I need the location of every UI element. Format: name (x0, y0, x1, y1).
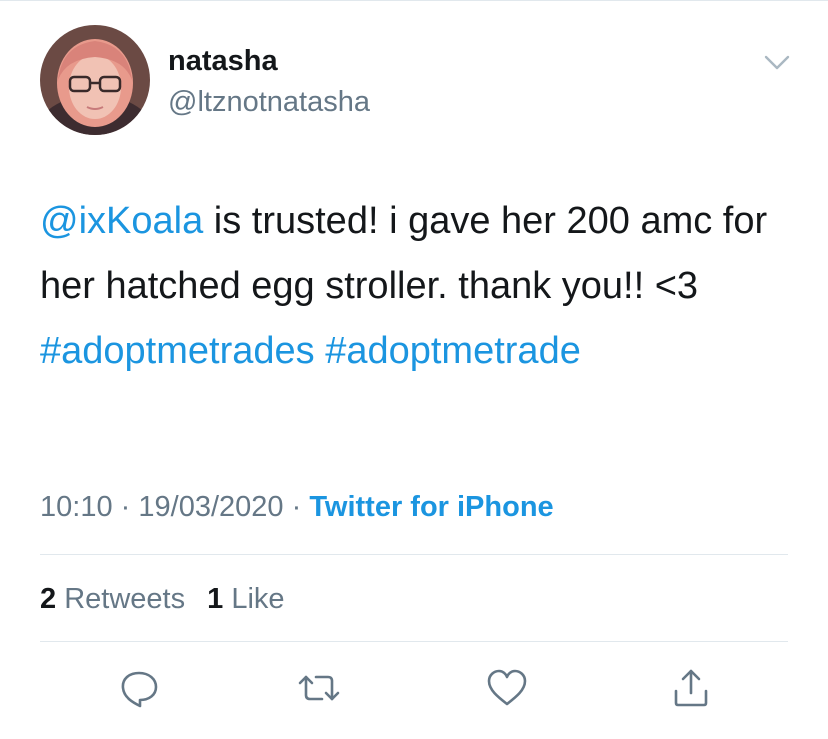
share-icon (674, 669, 708, 707)
divider (40, 554, 788, 555)
retweet-button[interactable] (296, 665, 342, 711)
tweet-date: 19/03/2020 (138, 491, 284, 523)
tweet-stats: 2 Retweets 1 Like (40, 580, 299, 618)
tweet-space (315, 330, 326, 372)
tweet-metadata: 10:10 · 19/03/2020 · Twitter for iPhone (40, 487, 554, 527)
reply-icon (121, 671, 158, 708)
meta-separator: · (291, 491, 302, 523)
retweets-count: 2 (40, 583, 57, 615)
user-handle[interactable]: @ltznotnatasha (168, 84, 370, 120)
meta-separator: · (120, 491, 131, 523)
mention-link[interactable]: @ixKoala (40, 200, 203, 242)
divider (40, 641, 788, 642)
retweet-icon (298, 675, 340, 701)
reply-button[interactable] (116, 665, 162, 711)
hashtag-link[interactable]: #adoptmetrade (325, 330, 581, 372)
avatar[interactable] (40, 25, 150, 135)
share-button[interactable] (668, 665, 714, 711)
likes-count: 1 (207, 583, 224, 615)
retweets-stat[interactable]: 2 Retweets (40, 583, 185, 615)
tweet-text: @ixKoala is trusted! i gave her 200 amc … (40, 189, 800, 384)
retweets-label: Retweets (64, 583, 186, 615)
tweet-time: 10:10 (40, 491, 113, 523)
heart-icon (487, 669, 527, 706)
tweet-card: natasha @ltznotnatasha @ixKoala is trust… (0, 0, 828, 739)
chevron-down-icon[interactable] (760, 45, 794, 79)
tweet-source-link[interactable]: Twitter for iPhone (309, 491, 553, 523)
like-button[interactable] (484, 665, 530, 711)
hashtag-link[interactable]: #adoptmetrades (40, 330, 315, 372)
likes-stat[interactable]: 1 Like (207, 583, 284, 615)
likes-label: Like (231, 583, 285, 615)
display-name[interactable]: natasha (168, 43, 278, 79)
